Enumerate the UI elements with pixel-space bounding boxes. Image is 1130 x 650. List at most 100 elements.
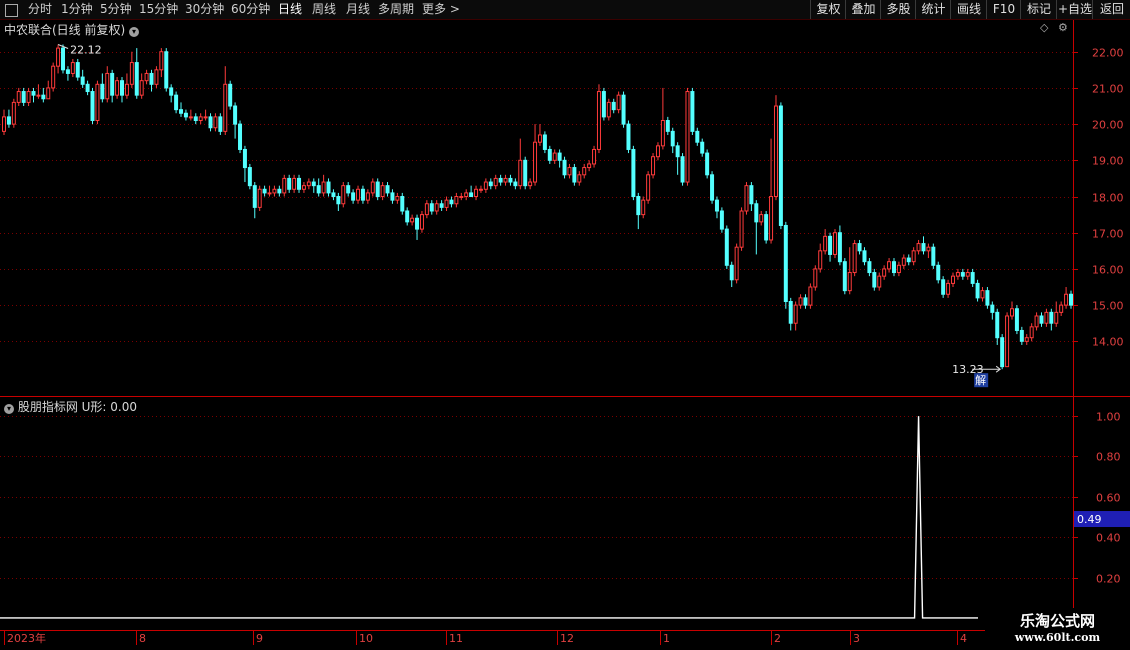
diamond-icon[interactable]: ◇ (1040, 21, 1048, 34)
candle-body (921, 243, 926, 252)
candle-body (41, 94, 46, 100)
candle-body (410, 217, 415, 223)
candle-body (129, 62, 134, 85)
candle-body (710, 174, 715, 201)
candle-body (1000, 337, 1005, 368)
candle-body (478, 188, 483, 191)
chevron-down-icon[interactable]: ▾ (4, 404, 14, 414)
candle-body (242, 148, 247, 169)
candle-body (257, 188, 262, 208)
main-y-tick-label: 22.00 (1092, 47, 1124, 60)
candle-body (823, 235, 828, 252)
candle-body (931, 246, 936, 266)
candle-body (577, 174, 582, 183)
main-y-tick-label: 21.00 (1092, 83, 1124, 96)
candle-body (719, 210, 724, 230)
candle-body (626, 123, 631, 150)
candle-body (198, 116, 203, 121)
stock-chart: 22.0021.0020.0019.0018.0017.0016.0015.00… (0, 20, 1130, 645)
candle-body (1064, 293, 1069, 306)
candle-body (690, 91, 695, 132)
candle-body (877, 275, 882, 288)
candle-body (61, 47, 66, 71)
candle-body (887, 261, 892, 270)
candle-body (488, 181, 493, 187)
candle-body (297, 177, 302, 190)
candle-body (552, 152, 557, 161)
candle-body (115, 80, 120, 96)
candle-body (1034, 315, 1039, 328)
candle-body (995, 311, 1000, 339)
candle-body (911, 250, 916, 263)
candle-body (793, 304, 798, 324)
candle-body (1044, 311, 1049, 324)
x-tick-label: 9 (256, 632, 263, 645)
candle-body (351, 192, 356, 201)
candle-body (901, 257, 906, 266)
main-y-tick-label: 14.00 (1092, 336, 1124, 349)
chevron-down-icon[interactable]: ▾ (129, 27, 140, 37)
x-tick-label: 1 (663, 632, 670, 645)
candle-body (729, 264, 734, 281)
candle-body (1009, 308, 1014, 317)
main-y-tick-label: 20.00 (1092, 119, 1124, 132)
candle-body (646, 174, 651, 201)
candle-body (193, 116, 198, 121)
candle-body (90, 91, 95, 121)
candle-body (587, 163, 592, 169)
candle-body (282, 177, 287, 194)
x-tick-label: 12 (560, 632, 574, 645)
candle-body (218, 116, 223, 132)
candle-body (213, 116, 218, 129)
candle-body (164, 51, 169, 89)
candle-body (882, 268, 887, 277)
main-y-tick-label: 17.00 (1092, 228, 1124, 241)
candle-body (990, 304, 995, 313)
candle-body (621, 94, 626, 125)
candle-body (228, 83, 233, 107)
candle-body (518, 159, 523, 187)
candle-body (601, 91, 606, 118)
candle-body (759, 214, 764, 223)
candle-body (680, 156, 685, 183)
candle-body (11, 101, 16, 125)
candle-body (336, 196, 341, 205)
candle-body (675, 145, 680, 158)
candle-body (301, 185, 306, 190)
candle-body (872, 272, 877, 288)
candle-body (852, 243, 857, 274)
candle-body (120, 80, 125, 96)
candle-body (493, 177, 498, 187)
indicator-y-tick-label: 0.60 (1096, 492, 1121, 505)
indicator-y-tick-label: 1.00 (1096, 411, 1121, 424)
candle-body (444, 199, 449, 208)
candle-body (331, 192, 336, 198)
candle-body (65, 69, 70, 74)
candle-body (596, 91, 601, 150)
candle-body (734, 246, 739, 281)
candle-body (223, 83, 228, 132)
candle-body (267, 192, 272, 195)
candle-body (1005, 315, 1010, 368)
candle-body (867, 261, 872, 274)
candle-body (636, 196, 641, 216)
candle-body (670, 130, 675, 147)
candle-body (803, 297, 808, 306)
indicator-line (0, 416, 978, 619)
candle-body (641, 199, 646, 216)
candle-body (183, 112, 188, 118)
candle-body (651, 156, 656, 176)
candle-body (262, 188, 267, 194)
candle-body (233, 105, 238, 125)
candle-body (341, 185, 346, 205)
candle-body (665, 120, 670, 132)
candle-body (813, 268, 818, 288)
brand-line1: 乐淘公式网 (1019, 612, 1095, 630)
candle-body (980, 290, 985, 299)
candle-body (606, 101, 611, 118)
candle-body (975, 282, 980, 299)
candle-body (818, 250, 823, 270)
candle-body (1059, 304, 1064, 313)
settings-icon[interactable]: ⚙ (1058, 21, 1068, 34)
candle-body (537, 134, 542, 143)
